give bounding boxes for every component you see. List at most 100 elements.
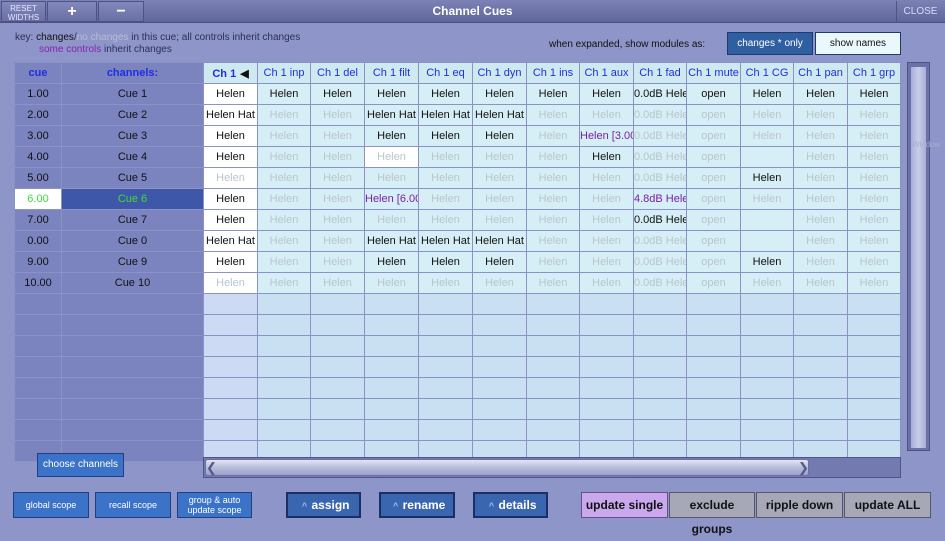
cue-module-cell[interactable]: Helen Hat: [203, 230, 258, 252]
cue-module-cell[interactable]: Helen: [526, 83, 580, 105]
cue-module-cell[interactable]: Helen: [257, 209, 311, 231]
cue-module-cell[interactable]: Helen [6.00: [364, 188, 419, 210]
cue-module-cell[interactable]: Helen: [257, 104, 311, 126]
column-header-ch1-2[interactable]: Ch 1 ◀: [203, 62, 258, 84]
cue-module-cell[interactable]: Helen: [847, 188, 901, 210]
cue-module-cell[interactable]: Helen: [203, 188, 258, 210]
cue-module-cell[interactable]: Helen: [740, 83, 794, 105]
reset-widths-button[interactable]: RESET WIDTHS: [1, 1, 46, 22]
update-single-button[interactable]: update single: [581, 492, 668, 518]
cue-module-cell[interactable]: Helen Hat: [472, 230, 527, 252]
column-header-ch1-12[interactable]: Ch 1 CG: [740, 62, 794, 84]
column-header-ch1-8[interactable]: Ch 1 ins: [526, 62, 580, 84]
cue-module-cell[interactable]: Helen: [203, 167, 258, 189]
zoom-in-button[interactable]: +: [47, 1, 97, 22]
table-row[interactable]: 3.00 Cue 3 Helen Helen Helen Helen Helen Helen H…: [14, 125, 901, 147]
cue-module-cell[interactable]: Helen: [793, 272, 848, 294]
choose-channels-button[interactable]: choose channels: [37, 453, 124, 477]
cue-module-cell[interactable]: Helen: [579, 104, 634, 126]
cue-module-cell[interactable]: open: [686, 83, 741, 105]
cue-module-cell[interactable]: 0.0dB Hele: [633, 125, 687, 147]
cue-module-cell[interactable]: Helen: [310, 104, 365, 126]
cue-module-cell[interactable]: 4.8dB Hele: [633, 188, 687, 210]
cue-module-cell[interactable]: Helen: [472, 125, 527, 147]
cue-module-cell[interactable]: Helen: [740, 167, 794, 189]
cue-name-cell[interactable]: Cue 3: [61, 125, 204, 147]
cue-module-cell[interactable]: Helen: [364, 209, 419, 231]
column-header-ch1-7[interactable]: Ch 1 dyn: [472, 62, 527, 84]
cue-module-cell[interactable]: Helen: [793, 146, 848, 168]
cue-module-cell[interactable]: Helen: [310, 272, 365, 294]
cue-module-cell[interactable]: Helen: [526, 125, 580, 147]
cue-module-cell[interactable]: Helen: [203, 251, 258, 273]
cue-module-cell[interactable]: Helen: [579, 209, 634, 231]
cue-module-cell[interactable]: Helen: [310, 167, 365, 189]
cue-name-cell[interactable]: Cue 6: [61, 188, 204, 210]
cue-module-cell[interactable]: Helen: [847, 230, 901, 252]
column-header-ch1-13[interactable]: Ch 1 pan: [793, 62, 848, 84]
cue-module-cell[interactable]: Helen: [793, 83, 848, 105]
cue-module-cell[interactable]: Helen: [203, 125, 258, 147]
cue-module-cell[interactable]: Helen: [364, 83, 419, 105]
recall-scope-button[interactable]: recall scope: [95, 492, 171, 518]
cue-module-cell[interactable]: Helen: [418, 272, 473, 294]
cue-module-cell[interactable]: Helen: [257, 83, 311, 105]
group-auto-update-scope-button[interactable]: group & auto update scope: [177, 492, 252, 518]
cue-module-cell[interactable]: Helen: [793, 167, 848, 189]
cue-module-cell[interactable]: 0.0dB Hele: [633, 209, 687, 231]
cue-module-cell[interactable]: Helen: [526, 146, 580, 168]
cue-module-cell[interactable]: Helen: [472, 251, 527, 273]
collapse-arrow-icon[interactable]: ◀: [240, 68, 248, 80]
cue-module-cell[interactable]: Helen: [418, 209, 473, 231]
cue-name-cell[interactable]: Cue 5: [61, 167, 204, 189]
cue-number-cell[interactable]: 0.00: [14, 230, 62, 252]
cue-name-cell[interactable]: Cue 9: [61, 251, 204, 273]
cue-number-cell[interactable]: 3.00: [14, 125, 62, 147]
cue-module-cell[interactable]: Helen: [472, 146, 527, 168]
cue-module-cell[interactable]: Helen: [310, 146, 365, 168]
cue-module-cell[interactable]: Helen: [310, 251, 365, 273]
changes-only-button[interactable]: changes * only: [727, 32, 813, 55]
cue-module-cell[interactable]: Helen: [418, 188, 473, 210]
cue-module-cell[interactable]: Helen: [793, 125, 848, 147]
cue-module-cell[interactable]: 0.0dB Hele: [633, 104, 687, 126]
assign-button[interactable]: ^ assign: [286, 492, 361, 518]
column-header-ch1-14[interactable]: Ch 1 grp: [847, 62, 901, 84]
cue-module-cell[interactable]: Helen Hat: [364, 230, 419, 252]
cue-module-cell[interactable]: Helen: [740, 188, 794, 210]
cue-module-cell[interactable]: [740, 209, 794, 231]
table-row[interactable]: 1.00 Cue 1 Helen Helen Helen Helen Helen Helen H…: [14, 83, 901, 105]
table-row[interactable]: 4.00 Cue 4 Helen Helen Helen Helen Helen Helen H…: [14, 146, 901, 168]
cue-module-cell[interactable]: Helen: [740, 251, 794, 273]
cue-module-cell[interactable]: Helen: [526, 188, 580, 210]
cue-module-cell[interactable]: [740, 230, 794, 252]
cue-module-cell[interactable]: Helen: [579, 167, 634, 189]
cue-module-cell[interactable]: Helen: [526, 230, 580, 252]
cue-module-cell[interactable]: Helen: [847, 272, 901, 294]
cue-module-cell[interactable]: Helen: [364, 125, 419, 147]
cue-module-cell[interactable]: Helen: [257, 188, 311, 210]
table-row[interactable]: 5.00 Cue 5 Helen Helen Helen Helen Helen Helen H…: [14, 167, 901, 189]
cue-module-cell[interactable]: open: [686, 104, 741, 126]
cue-module-cell[interactable]: Helen: [579, 272, 634, 294]
cue-name-cell[interactable]: Cue 0: [61, 230, 204, 252]
cue-module-cell[interactable]: Helen: [418, 83, 473, 105]
cue-module-cell[interactable]: Helen: [364, 167, 419, 189]
cue-module-cell[interactable]: Helen Hat: [418, 104, 473, 126]
cue-module-cell[interactable]: open: [686, 251, 741, 273]
cue-name-cell[interactable]: Cue 2: [61, 104, 204, 126]
cue-module-cell[interactable]: Helen: [257, 272, 311, 294]
cue-module-cell[interactable]: Helen: [579, 251, 634, 273]
cue-module-cell[interactable]: 0.0dB Hele: [633, 83, 687, 105]
cue-module-cell[interactable]: Helen: [203, 209, 258, 231]
column-header-ch1-3[interactable]: Ch 1 inp: [257, 62, 311, 84]
cue-module-cell[interactable]: open: [686, 167, 741, 189]
cue-module-cell[interactable]: Helen: [310, 230, 365, 252]
table-row[interactable]: 0.00 Cue 0 Helen Hat Helen Helen Helen Hat Hel…: [14, 230, 901, 252]
cue-module-cell[interactable]: Helen: [310, 125, 365, 147]
cue-module-cell[interactable]: Helen: [418, 146, 473, 168]
cue-module-cell[interactable]: Helen: [847, 146, 901, 168]
cue-module-cell[interactable]: Helen: [418, 125, 473, 147]
horizontal-scroll-thumb[interactable]: [205, 459, 809, 476]
close-button[interactable]: CLOSE: [896, 1, 944, 22]
